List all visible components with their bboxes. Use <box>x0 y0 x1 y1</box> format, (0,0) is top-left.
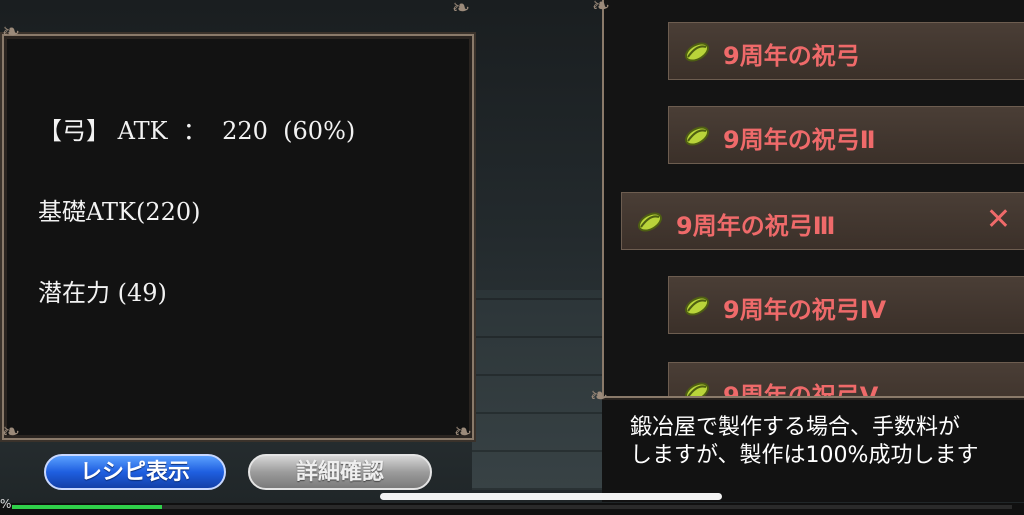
background-wall-texture <box>472 290 602 490</box>
recipe-item-label: 9周年の祝弓Ⅱ <box>723 126 876 154</box>
show-recipe-button[interactable]: レシピ表示 <box>44 454 226 490</box>
recipe-item[interactable]: 9周年の祝弓 <box>668 22 1024 80</box>
recipe-item-label: 9周年の祝弓Ⅲ <box>676 212 836 240</box>
corner-ornament-icon: ❧ <box>591 0 611 19</box>
corner-ornament-icon: ❧ <box>1 20 21 45</box>
remove-icon[interactable]: ✕ <box>986 205 1011 235</box>
stats-text: 【弓】 ATK ： 220 (60%) 基礎ATK(220) 潜在力 (49) <box>38 64 355 334</box>
bow-icon <box>685 42 709 62</box>
recipe-item[interactable]: 9周年の祝弓Ⅱ <box>668 106 1024 164</box>
info-line: 鍛冶屋で製作する場合、手数料が <box>630 415 961 440</box>
stat-potential-line: 潜在力 (49) <box>38 279 167 307</box>
recipe-item-label: 9周年の祝弓 <box>723 42 860 70</box>
corner-ornament-icon: ❧ <box>1 420 21 445</box>
info-line: しますが、製作は100%成功します <box>630 443 979 468</box>
detail-check-button[interactable]: 詳細確認 <box>248 454 432 490</box>
recipe-item-label: 9周年の祝弓Ⅳ <box>723 296 887 324</box>
bow-icon <box>685 126 709 146</box>
stat-atk-line: 【弓】 ATK ： 220 (60%) <box>38 117 356 145</box>
stat-base-atk-line: 基礎ATK(220) <box>38 198 201 226</box>
info-text: 鍛冶屋で製作する場合、手数料が しますが、製作は100%成功します <box>630 414 978 470</box>
progress-bar-fill <box>12 505 162 509</box>
recipe-item[interactable]: 9周年の祝弓Ⅳ <box>668 276 1024 334</box>
bow-icon <box>685 296 709 316</box>
bow-icon <box>638 212 662 232</box>
corner-ornament-icon: ❧ <box>451 0 471 21</box>
progress-label: % <box>0 497 12 511</box>
progress-bar <box>12 505 1012 509</box>
corner-ornament-icon: ❧ <box>589 384 609 409</box>
info-box: 鍛冶屋で製作する場合、手数料が しますが、製作は100%成功します <box>602 396 1024 502</box>
corner-ornament-icon: ❧ <box>453 420 473 445</box>
recipe-item-selected[interactable]: 9周年の祝弓Ⅲ ✕ <box>621 192 1024 250</box>
home-indicator[interactable] <box>380 493 722 500</box>
